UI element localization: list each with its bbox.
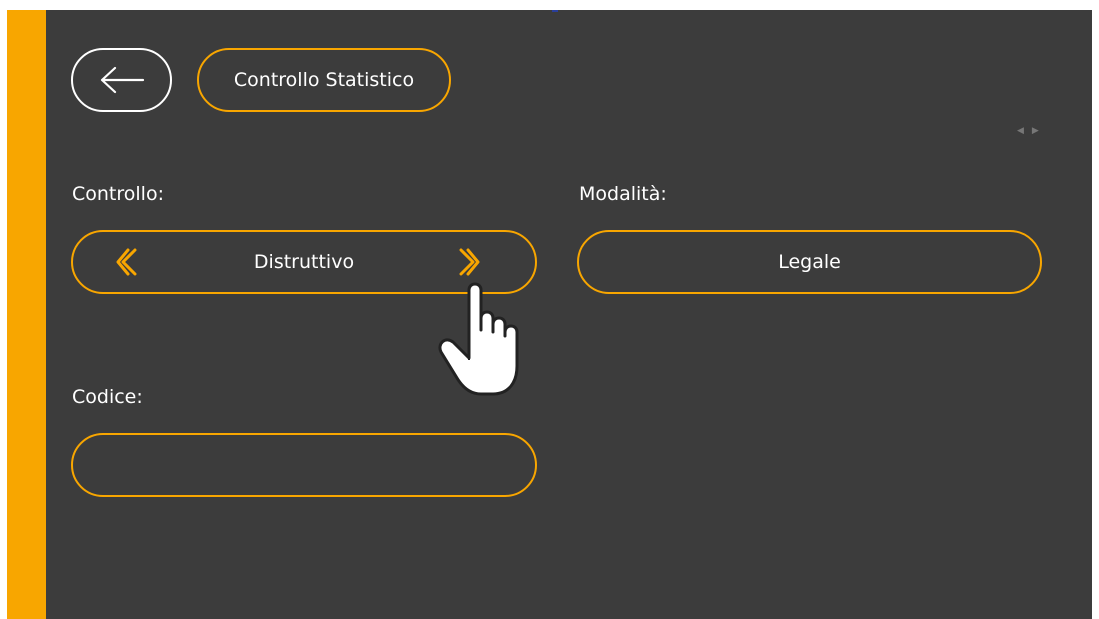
hand-pointer-icon	[438, 282, 519, 396]
accent-sidebar-bar	[7, 10, 46, 619]
back-button[interactable]	[71, 48, 172, 112]
page-title-text: Controllo Statistico	[233, 69, 415, 91]
codice-label: Codice:	[72, 386, 143, 408]
top-indicator	[552, 10, 558, 12]
modalita-selector[interactable]: Legale	[577, 230, 1042, 294]
scroll-arrows-indicator[interactable]: ◀▶	[1017, 126, 1047, 136]
modalita-label: Modalità:	[579, 183, 667, 205]
codice-input[interactable]	[71, 433, 537, 497]
page-title: Controllo Statistico	[197, 48, 451, 112]
controllo-label: Controllo:	[72, 183, 164, 205]
app-screen: Controllo Statistico ◀▶ Controllo: Distr…	[7, 10, 1092, 619]
chevron-right-icon[interactable]	[453, 246, 483, 278]
modalita-value: Legale	[778, 251, 841, 273]
arrow-left-icon	[100, 66, 144, 94]
controllo-value: Distruttivo	[253, 251, 355, 273]
chevron-left-icon[interactable]	[113, 246, 143, 278]
